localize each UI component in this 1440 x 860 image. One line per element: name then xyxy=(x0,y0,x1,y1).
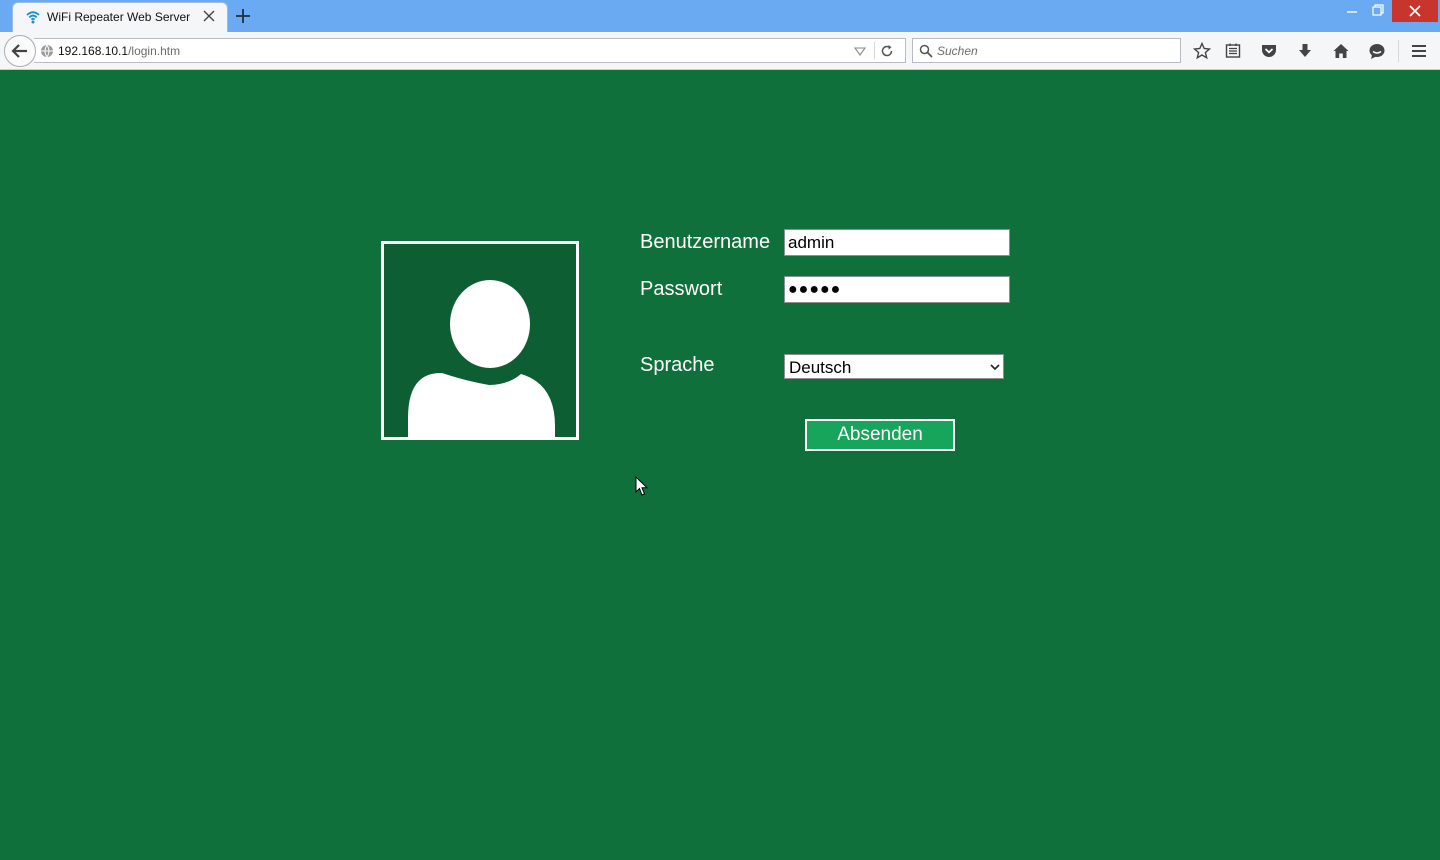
user-silhouette-icon xyxy=(408,280,555,437)
chevron-down-icon xyxy=(990,364,1000,371)
address-bar[interactable]: 192.168.10.1/login.htm xyxy=(34,38,906,63)
reading-list-icon[interactable] xyxy=(1224,42,1242,60)
submit-button[interactable]: Absenden xyxy=(805,419,955,451)
mouse-cursor-icon xyxy=(635,476,649,496)
plus-icon[interactable] xyxy=(234,7,252,25)
language-label: Sprache xyxy=(640,354,715,376)
chat-icon[interactable] xyxy=(1368,42,1386,60)
globe-icon xyxy=(41,44,53,58)
back-button[interactable] xyxy=(4,35,36,67)
home-icon[interactable] xyxy=(1332,42,1350,60)
divider xyxy=(874,42,875,59)
url-path: /login.htm xyxy=(128,44,181,58)
search-icon xyxy=(919,44,933,58)
search-input[interactable] xyxy=(937,42,1172,60)
restore-icon[interactable] xyxy=(1360,0,1396,22)
tab-title: WiFi Repeater Web Server xyxy=(47,10,191,24)
search-bar[interactable] xyxy=(912,38,1181,63)
url-text: 192.168.10.1/login.htm xyxy=(58,44,180,58)
reload-icon[interactable] xyxy=(880,44,894,58)
divider xyxy=(1398,40,1399,62)
language-selected-value: Deutsch xyxy=(789,358,852,377)
url-host: 192.168.10.1 xyxy=(58,44,129,58)
browser-navbar: 192.168.10.1/login.htm xyxy=(0,32,1440,70)
language-select[interactable]: Deutsch xyxy=(784,354,1004,379)
window-close-icon[interactable] xyxy=(1392,0,1438,22)
dropdown-icon[interactable] xyxy=(854,45,866,57)
wifi-icon xyxy=(26,11,40,24)
star-icon[interactable] xyxy=(1193,42,1211,60)
arrow-left-icon xyxy=(11,44,27,58)
download-icon[interactable] xyxy=(1296,42,1314,60)
menu-icon[interactable] xyxy=(1410,42,1428,60)
close-icon[interactable] xyxy=(201,8,217,24)
username-input[interactable] xyxy=(784,229,1010,256)
password-input[interactable] xyxy=(784,276,1010,303)
user-avatar xyxy=(381,241,579,440)
username-label: Benutzername xyxy=(640,231,771,253)
browser-titlebar: WiFi Repeater Web Server xyxy=(0,0,1440,32)
pocket-icon[interactable] xyxy=(1260,42,1278,60)
password-label: Passwort xyxy=(640,278,723,300)
browser-tab[interactable]: WiFi Repeater Web Server xyxy=(12,2,228,32)
